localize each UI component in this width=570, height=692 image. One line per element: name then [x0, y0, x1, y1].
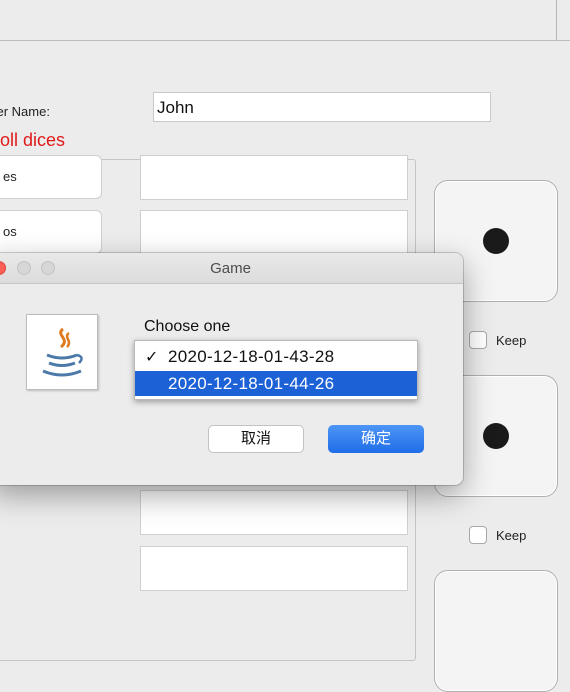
roll-dices-message: roll dices: [0, 130, 66, 150]
die-pip: [483, 423, 509, 449]
option-item[interactable]: ✓ 2020-12-18-01-43-28: [135, 344, 417, 369]
die-3[interactable]: [434, 570, 558, 692]
divider: [556, 0, 557, 40]
choose-dialog: Game Choose one ✓ 2020-12-18-01-43-28 20…: [0, 253, 463, 485]
player-name-label: yer Name:: [0, 104, 50, 119]
score-field-4: [140, 546, 408, 591]
category-button-2[interactable]: os: [0, 210, 102, 254]
checkbox-box[interactable]: [469, 331, 487, 349]
dialog-title: Game: [210, 260, 251, 277]
score-field-3: [140, 490, 408, 535]
keep-label: Keep: [496, 332, 527, 348]
choose-prompt: Choose one: [144, 318, 231, 335]
options-list[interactable]: ✓ 2020-12-18-01-43-28 2020-12-18-01-44-2…: [134, 340, 418, 400]
java-coffee-icon: [26, 314, 98, 390]
cancel-button[interactable]: 取消: [208, 425, 304, 453]
score-field-1: [140, 155, 408, 200]
dialog-titlebar: Game: [0, 253, 463, 284]
keep-checkbox-2[interactable]: Keep: [469, 526, 526, 544]
category-button-1[interactable]: es: [0, 155, 102, 199]
option-item-selected[interactable]: 2020-12-18-01-44-26: [135, 371, 417, 396]
checkbox-box[interactable]: [469, 526, 487, 544]
check-icon: ✓: [145, 349, 159, 366]
keep-checkbox-1[interactable]: Keep: [469, 331, 526, 349]
window-top-strip: [0, 0, 570, 41]
player-name-field[interactable]: John: [153, 92, 491, 122]
keep-label: Keep: [496, 527, 527, 543]
ok-button[interactable]: 确定: [328, 425, 424, 453]
die-pip: [483, 228, 509, 254]
score-field-2: [140, 210, 408, 255]
